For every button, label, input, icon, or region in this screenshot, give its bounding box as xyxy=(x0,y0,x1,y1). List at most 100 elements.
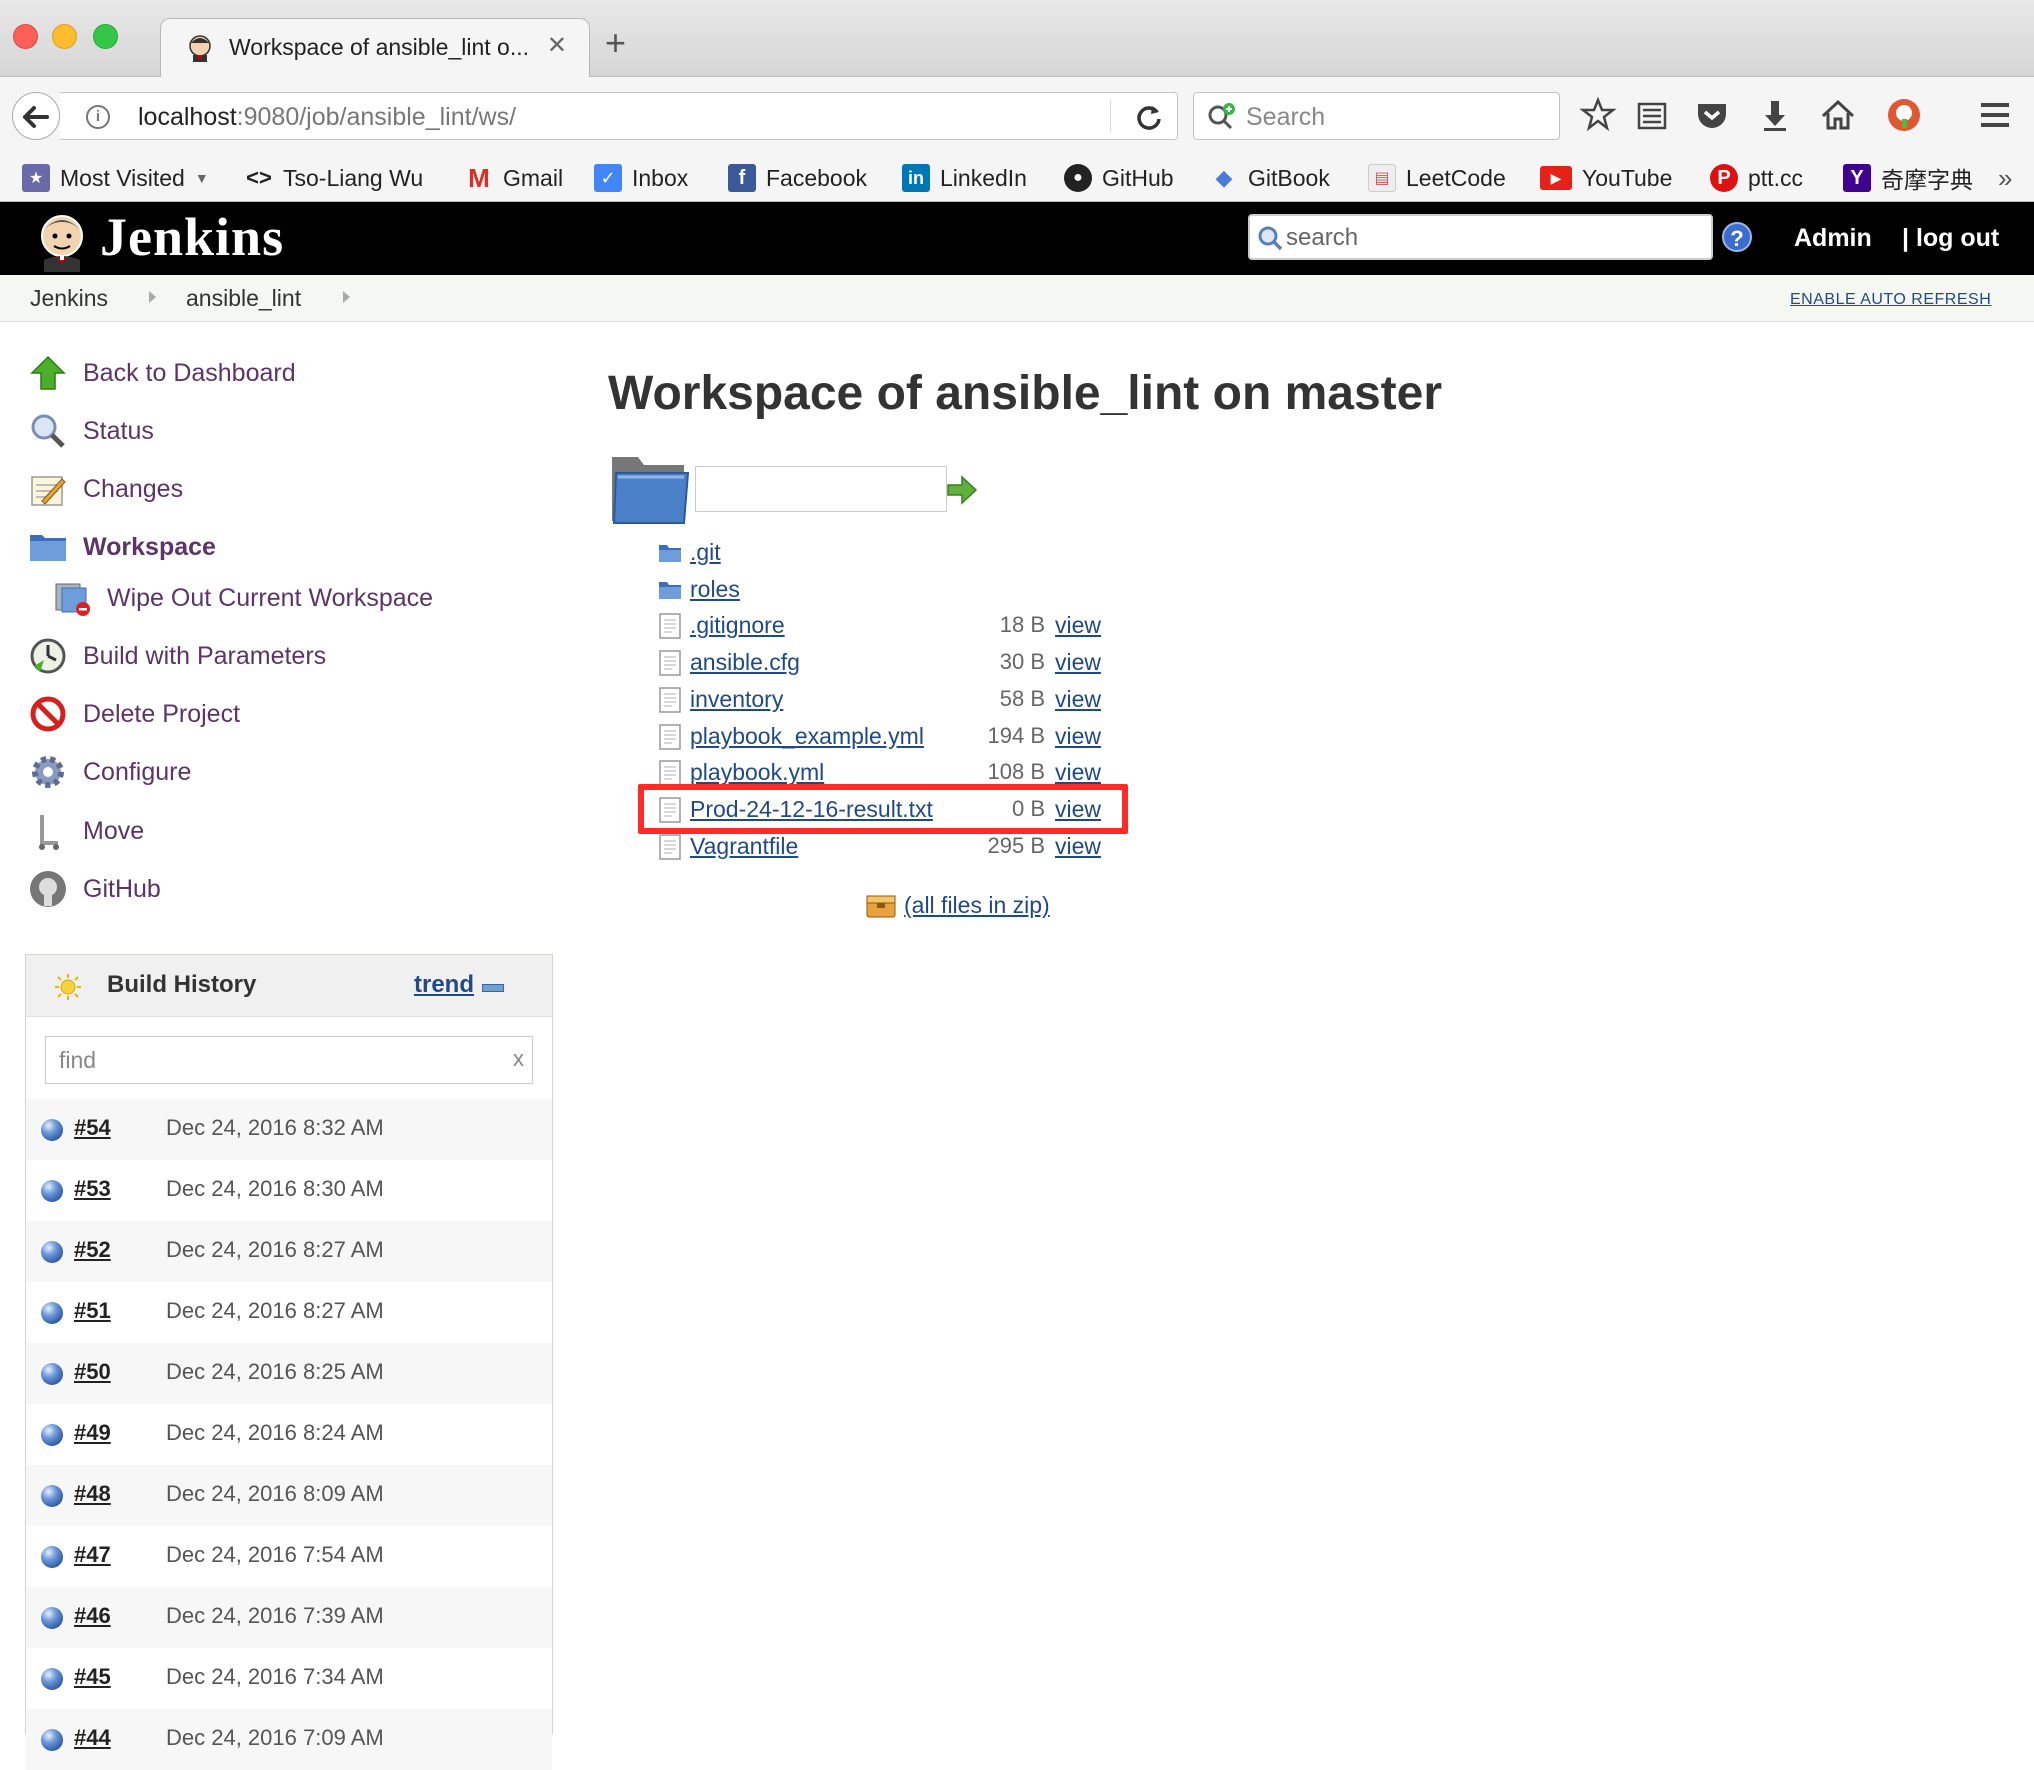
file-name-link[interactable]: inventory xyxy=(690,686,783,713)
file-name-link[interactable]: playbook_example.yml xyxy=(690,723,924,750)
pocket-icon[interactable] xyxy=(1692,95,1732,135)
reload-icon[interactable] xyxy=(1132,100,1166,134)
window-minimize-button[interactable] xyxy=(52,24,77,49)
url-text[interactable]: localhost:9080/job/ansible_lint/ws/ xyxy=(138,103,516,132)
task-build-with-parameters[interactable]: Build with Parameters xyxy=(28,634,326,678)
file-name-link[interactable]: .gitignore xyxy=(690,612,785,639)
build-number-link[interactable]: #54 xyxy=(74,1115,111,1141)
task-workspace[interactable]: Workspace xyxy=(28,525,216,569)
window-maximize-button[interactable] xyxy=(93,24,118,49)
build-status-ball-icon[interactable] xyxy=(41,1302,63,1324)
trend-link[interactable]: trend xyxy=(414,971,474,999)
build-row[interactable]: #48 Dec 24, 2016 8:09 AM xyxy=(26,1465,552,1526)
info-icon[interactable]: i xyxy=(86,105,110,129)
logout-link[interactable]: | log out xyxy=(1902,224,1999,253)
clear-find-button[interactable]: x xyxy=(513,1046,524,1072)
build-number-link[interactable]: #50 xyxy=(74,1359,111,1385)
file-view-link[interactable]: view xyxy=(1055,833,1101,860)
build-status-ball-icon[interactable] xyxy=(41,1546,63,1568)
file-name-link[interactable]: roles xyxy=(690,576,740,603)
bookmark-facebook[interactable]: f Facebook xyxy=(728,162,867,194)
build-status-ball-icon[interactable] xyxy=(41,1607,63,1629)
build-number-link[interactable]: #52 xyxy=(74,1237,111,1263)
task-move[interactable]: Move xyxy=(28,809,144,853)
tab-close-icon[interactable]: ✕ xyxy=(547,31,567,60)
bookmark-gitbook[interactable]: ◆ GitBook xyxy=(1210,162,1330,194)
build-row[interactable]: #54 Dec 24, 2016 8:32 AM xyxy=(26,1099,552,1160)
build-number-link[interactable]: #49 xyxy=(74,1420,111,1446)
go-arrow-icon[interactable] xyxy=(946,474,978,506)
file-name-link[interactable]: .git xyxy=(690,539,721,566)
file-name-link[interactable]: playbook.yml xyxy=(690,759,824,786)
help-icon[interactable]: ? xyxy=(1722,222,1752,252)
file-view-link[interactable]: view xyxy=(1055,612,1101,639)
build-row[interactable]: #51 Dec 24, 2016 8:27 AM xyxy=(26,1282,552,1343)
file-view-link[interactable]: view xyxy=(1055,649,1101,676)
new-tab-button[interactable]: + xyxy=(605,25,626,61)
bookmark-inbox[interactable]: ✓ Inbox xyxy=(594,162,688,194)
trend-icon[interactable] xyxy=(482,984,504,992)
build-status-ball-icon[interactable] xyxy=(41,1119,63,1141)
bookmark-linkedin[interactable]: in LinkedIn xyxy=(902,162,1027,194)
build-row[interactable]: #53 Dec 24, 2016 8:30 AM xyxy=(26,1160,552,1221)
build-status-ball-icon[interactable] xyxy=(41,1668,63,1690)
browser-search-box[interactable]: Search xyxy=(1193,92,1560,140)
file-name-link[interactable]: ansible.cfg xyxy=(690,649,800,676)
bookmark-youtube[interactable]: ▶ YouTube xyxy=(1540,162,1672,194)
breadcrumb-arrow-icon[interactable] xyxy=(149,291,156,303)
build-number-link[interactable]: #45 xyxy=(74,1664,111,1690)
file-view-link[interactable]: view xyxy=(1055,686,1101,713)
file-name-link[interactable]: Vagrantfile xyxy=(690,833,798,860)
file-view-link[interactable]: view xyxy=(1055,723,1101,750)
bookmark-github[interactable]: ● GitHub xyxy=(1064,162,1174,194)
build-row[interactable]: #46 Dec 24, 2016 7:39 AM xyxy=(26,1587,552,1648)
search-engine-icon[interactable] xyxy=(1206,101,1238,133)
build-row[interactable]: #49 Dec 24, 2016 8:24 AM xyxy=(26,1404,552,1465)
build-status-ball-icon[interactable] xyxy=(41,1729,63,1751)
task-status[interactable]: Status xyxy=(28,409,154,453)
task-delete-project[interactable]: Delete Project xyxy=(28,692,240,736)
build-row[interactable]: #52 Dec 24, 2016 8:27 AM xyxy=(26,1221,552,1282)
enable-auto-refresh-link[interactable]: ENABLE AUTO REFRESH xyxy=(1790,291,1991,309)
breadcrumb-jenkins[interactable]: Jenkins xyxy=(30,285,108,312)
duckduckgo-icon[interactable] xyxy=(1884,95,1924,135)
build-number-link[interactable]: #44 xyxy=(74,1725,111,1751)
task-configure[interactable]: Configure xyxy=(28,750,191,794)
build-status-ball-icon[interactable] xyxy=(41,1424,63,1446)
breadcrumb-ansible-lint[interactable]: ansible_lint xyxy=(186,285,301,312)
build-row[interactable]: #44 Dec 24, 2016 7:09 AM xyxy=(26,1709,552,1770)
build-number-link[interactable]: #47 xyxy=(74,1542,111,1568)
browser-tab[interactable]: Workspace of ansible_lint o... ✕ xyxy=(160,18,590,78)
bookmark-most-visited[interactable]: ★ Most Visited ▼ xyxy=(22,162,209,194)
bookmark-tso-liang-wu[interactable]: <> Tso-Liang Wu xyxy=(245,162,423,194)
url-bar[interactable]: i localhost:9080/job/ansible_lint/ws/ xyxy=(60,92,1178,140)
all-files-zip-link[interactable]: (all files in zip) xyxy=(866,892,1050,919)
build-row[interactable]: #50 Dec 24, 2016 8:25 AM xyxy=(26,1343,552,1404)
reading-list-icon[interactable] xyxy=(1632,95,1672,135)
jenkins-logo-icon[interactable] xyxy=(30,208,94,272)
build-status-ball-icon[interactable] xyxy=(41,1485,63,1507)
file-view-link[interactable]: view xyxy=(1055,759,1101,786)
user-link[interactable]: Admin xyxy=(1794,224,1872,253)
task-wipe-out-workspace[interactable]: Wipe Out Current Workspace xyxy=(52,576,433,620)
bookmark-yahoo-dictionary[interactable]: Y 奇摩字典 xyxy=(1843,162,1973,194)
back-button[interactable] xyxy=(12,92,60,140)
home-icon[interactable] xyxy=(1818,95,1858,135)
jenkins-search-box[interactable]: search xyxy=(1248,214,1713,260)
build-number-link[interactable]: #46 xyxy=(74,1603,111,1629)
menu-icon[interactable] xyxy=(1975,95,2015,135)
build-row[interactable]: #45 Dec 24, 2016 7:34 AM xyxy=(26,1648,552,1709)
bookmark-leetcode[interactable]: ▤ LeetCode xyxy=(1368,162,1506,194)
task-changes[interactable]: Changes xyxy=(28,467,183,511)
build-find-input[interactable]: find x xyxy=(45,1036,533,1084)
workspace-path-input[interactable] xyxy=(695,466,947,512)
build-number-link[interactable]: #48 xyxy=(74,1481,111,1507)
bookmark-gmail[interactable]: M Gmail xyxy=(465,162,563,194)
task-back-to-dashboard[interactable]: Back to Dashboard xyxy=(28,351,296,395)
build-status-ball-icon[interactable] xyxy=(41,1363,63,1385)
build-status-ball-icon[interactable] xyxy=(41,1241,63,1263)
build-number-link[interactable]: #53 xyxy=(74,1176,111,1202)
build-status-ball-icon[interactable] xyxy=(41,1180,63,1202)
window-close-button[interactable] xyxy=(13,24,38,49)
jenkins-title[interactable]: Jenkins xyxy=(100,206,284,268)
